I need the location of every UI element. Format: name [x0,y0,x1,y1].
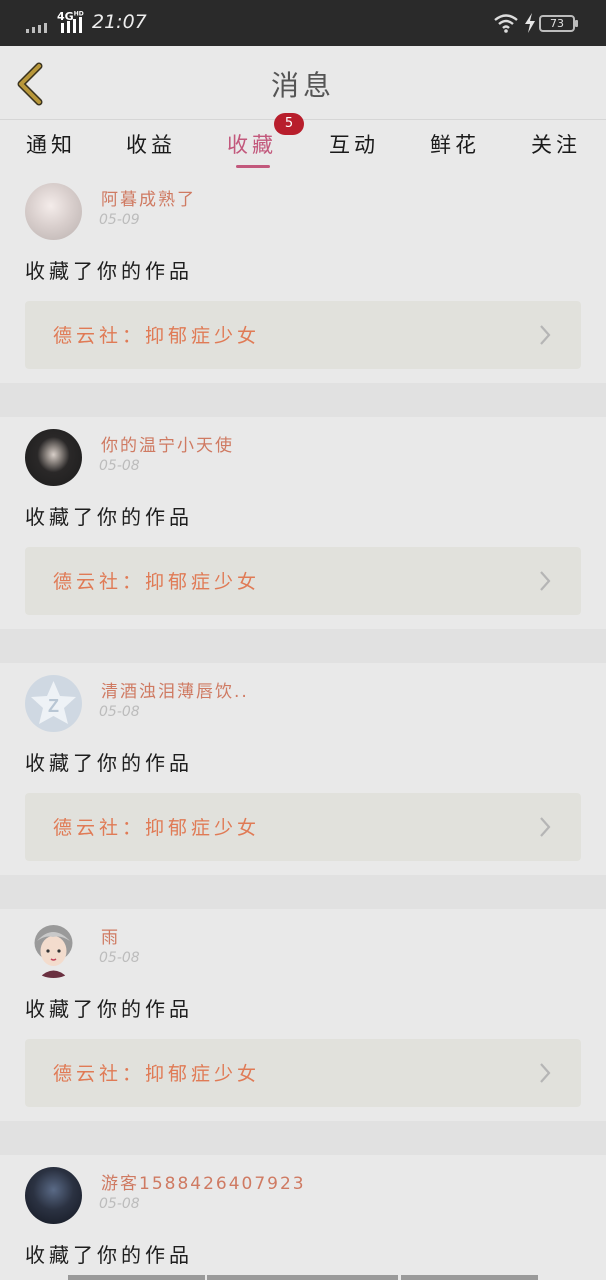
username[interactable]: 清酒浊泪薄唇饮.. [101,677,249,702]
avatar[interactable]: Z [25,675,82,732]
work-title: 德云社：抑郁症少女 [53,817,261,839]
work-link[interactable]: 德云社：抑郁症少女 [25,1039,581,1107]
wifi-icon [494,14,518,33]
scroll-edge [401,1275,538,1280]
work-link[interactable]: 德云社：抑郁症少女 [25,793,581,861]
svg-text:Z: Z [48,696,59,716]
username[interactable]: 游客1588426407923 [101,1169,306,1194]
work-title: 德云社：抑郁症少女 [53,571,261,593]
notification-date: 05-08 [99,950,140,966]
status-bar: 4GHD 21:07 73 [0,0,606,46]
notification-card: 雨 05-08 收藏了你的作品 德云社：抑郁症少女 [0,909,606,1121]
card-divider [0,629,606,663]
action-text: 收藏了你的作品 [25,505,193,529]
avatar[interactable] [25,183,82,240]
username[interactable]: 阿暮成熟了 [101,185,196,210]
tab-earnings[interactable]: 收益 [111,129,191,159]
avatar[interactable] [25,921,82,978]
charging-icon [525,13,535,33]
network-type: 4GHD [57,10,84,23]
tab-interactions[interactable]: 互动 [314,129,394,159]
default-avatar-icon: Z [31,681,76,724]
notification-date: 05-08 [99,458,140,474]
avatar[interactable] [25,1167,82,1224]
chevron-right-icon [540,571,551,591]
action-text: 收藏了你的作品 [25,751,193,775]
notification-date: 05-08 [99,704,140,720]
chevron-right-icon [540,817,551,837]
username[interactable]: 雨 [101,923,120,948]
work-link[interactable]: 德云社：抑郁症少女 [25,301,581,369]
favorites-count-badge: 5 [274,113,304,135]
card-divider [0,1121,606,1155]
tab-notifications[interactable]: 通知 [11,129,91,159]
tab-flowers[interactable]: 鲜花 [415,129,495,159]
status-time: 21:07 [92,11,147,33]
work-title: 德云社：抑郁症少女 [53,1063,261,1085]
notification-card: 你的温宁小天使 05-08 收藏了你的作品 德云社：抑郁症少女 [0,417,606,629]
chevron-right-icon [540,1063,551,1083]
action-text: 收藏了你的作品 [25,259,193,283]
chevron-right-icon [540,325,551,345]
notification-card: Z 清酒浊泪薄唇饮.. 05-08 收藏了你的作品 德云社：抑郁症少女 [0,663,606,875]
scroll-edge [68,1275,205,1280]
card-divider [0,383,606,417]
active-tab-indicator [236,165,270,168]
username[interactable]: 你的温宁小天使 [101,431,234,456]
notification-card: 游客1588426407923 05-08 收藏了你的作品 [0,1155,606,1280]
card-divider [0,875,606,909]
notification-card: 阿暮成熟了 05-09 收藏了你的作品 德云社：抑郁症少女 [0,171,606,383]
battery-tip [575,20,578,27]
tab-following[interactable]: 关注 [516,129,596,159]
notification-date: 05-09 [99,212,140,228]
avatar[interactable] [25,429,82,486]
notification-date: 05-08 [99,1196,140,1212]
page-title: 消息 [270,69,335,102]
action-text: 收藏了你的作品 [25,997,193,1021]
nav-bar: 消息 [0,46,606,120]
scroll-edge [207,1275,398,1280]
work-link[interactable]: 德云社：抑郁症少女 [25,547,581,615]
battery-level: 73 [550,17,564,30]
work-title: 德云社：抑郁症少女 [53,325,261,347]
cartoon-avatar-image [34,925,73,978]
action-text: 收藏了你的作品 [25,1243,193,1267]
battery-icon: 73 [539,15,575,32]
